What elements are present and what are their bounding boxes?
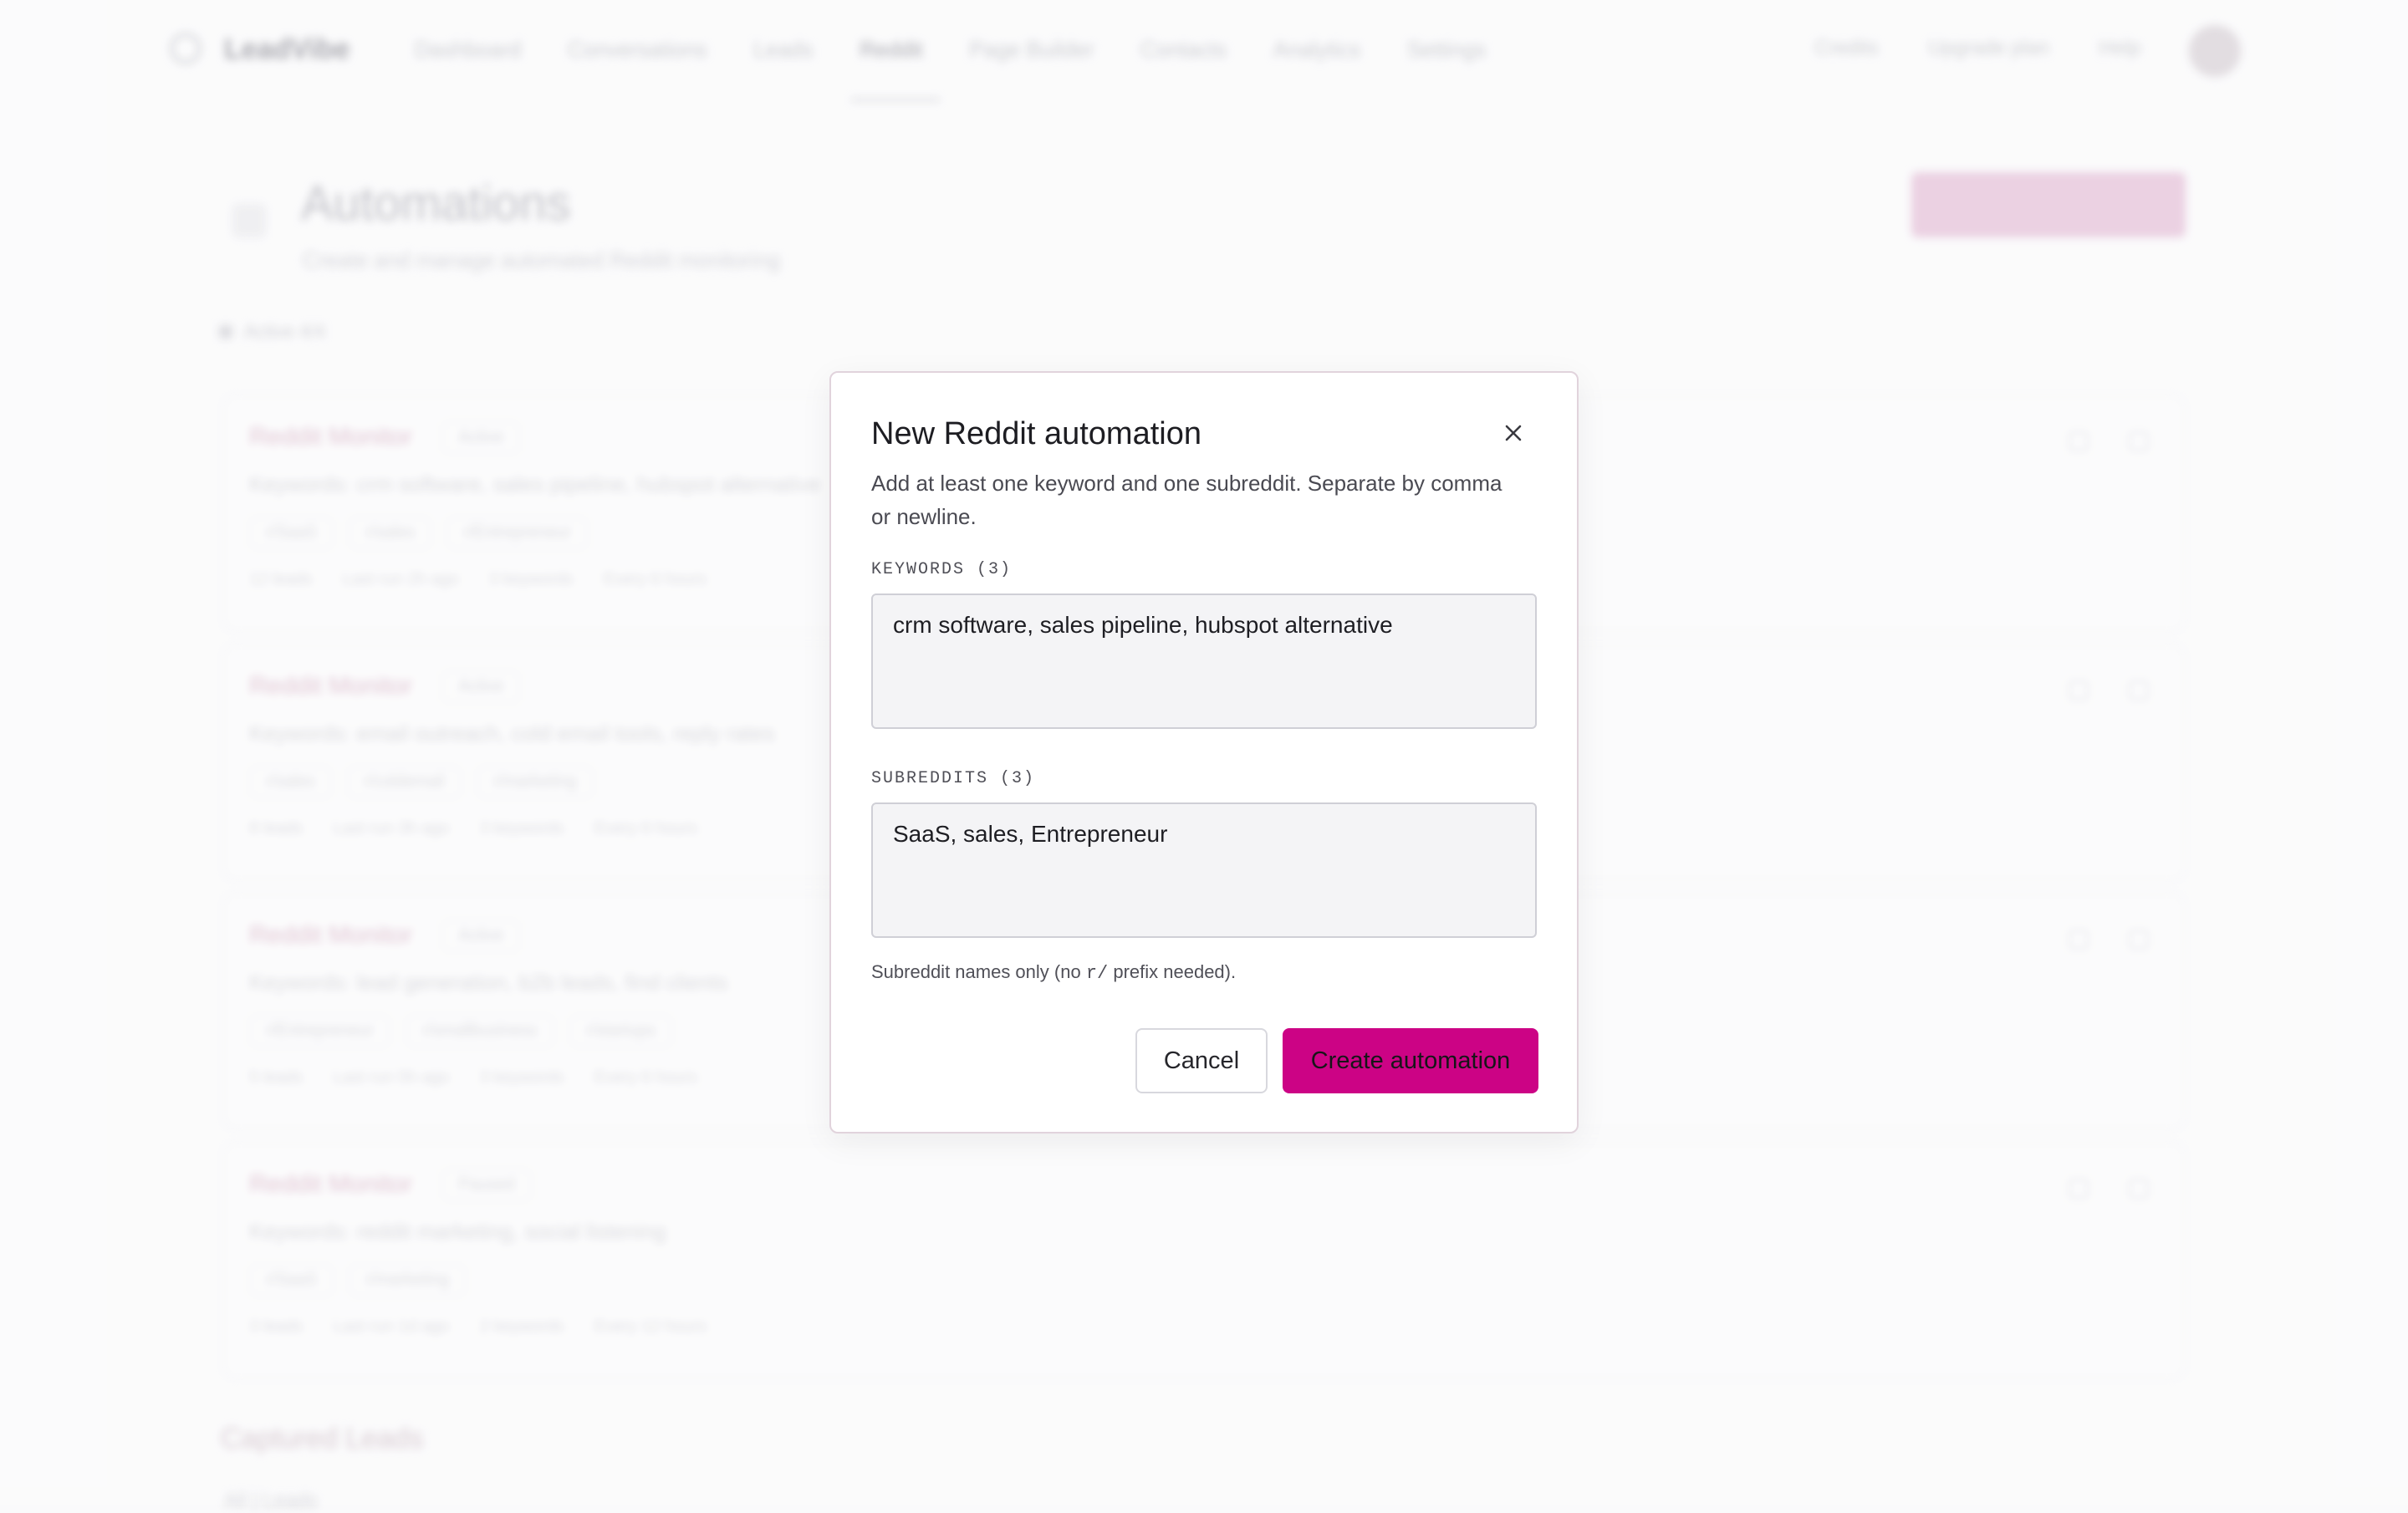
dialog-description: Add at least one keyword and one subredd… — [871, 471, 1502, 529]
hint-text-before: Subreddit names only (no — [871, 961, 1086, 982]
subreddit-hint: Subreddit names only (no r/ prefix neede… — [871, 961, 1236, 984]
keywords-label: KEYWORDS (3) — [871, 560, 1013, 579]
new-automation-dialog: New Reddit automation Add at least one k… — [829, 371, 1579, 1133]
close-button[interactable] — [1497, 416, 1530, 450]
dialog-title: New Reddit automation — [871, 416, 1201, 451]
hint-code: r/ — [1085, 963, 1109, 984]
subreddits-input[interactable]: SaaS, sales, Entrepreneur — [871, 802, 1537, 938]
close-icon — [1505, 425, 1522, 441]
keywords-input[interactable]: crm software, sales pipeline, hubspot al… — [871, 593, 1537, 729]
create-automation-button[interactable]: Create automation — [1283, 1028, 1538, 1093]
cancel-button[interactable]: Cancel — [1135, 1028, 1268, 1093]
subreddits-label: SUBREDDITS (3) — [871, 769, 1036, 788]
hint-text-after: prefix needed). — [1108, 961, 1237, 982]
